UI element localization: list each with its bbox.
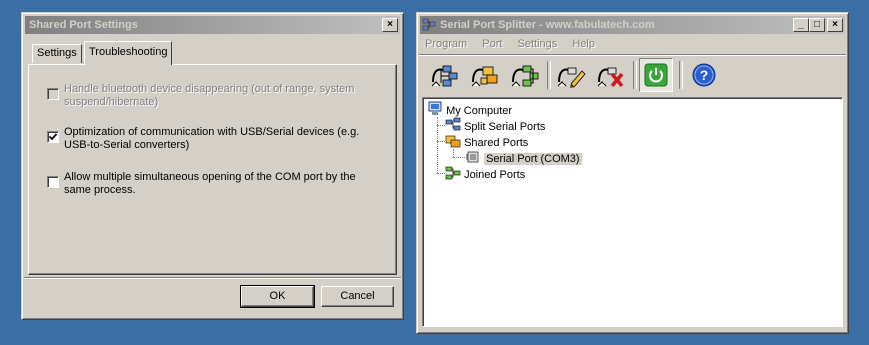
edit-port-icon	[557, 67, 586, 88]
tree-joined-ports[interactable]: Joined Ports	[445, 165, 525, 182]
help-button[interactable]: ?	[689, 60, 719, 90]
multiple-open-checkbox[interactable]	[47, 176, 59, 188]
menu-settings[interactable]: Settings	[518, 38, 558, 50]
ok-button[interactable]: OK	[240, 285, 315, 308]
tab-settings[interactable]: Settings	[32, 44, 82, 63]
tree-shared-ports[interactable]: Shared Ports	[445, 133, 528, 150]
tab-troubleshooting-label: Troubleshooting	[89, 46, 168, 58]
power-button[interactable]	[639, 58, 673, 92]
svg-text:?: ?	[700, 67, 709, 83]
split-folder-icon	[445, 117, 461, 131]
menu-program[interactable]: Program	[425, 38, 467, 50]
toolbar: ?	[421, 57, 844, 93]
dialog-divider	[24, 277, 401, 279]
tab-settings-label: Settings	[37, 47, 77, 59]
tree-lines-h2	[437, 141, 445, 142]
cancel-button[interactable]: Cancel	[321, 286, 394, 307]
tab-troubleshooting[interactable]: Troubleshooting	[84, 41, 173, 65]
edit-port-button[interactable]	[555, 60, 587, 90]
ok-button-label: OK	[269, 290, 286, 302]
join-port-button[interactable]	[509, 60, 541, 90]
delete-port-button[interactable]	[595, 60, 627, 90]
split-port-button[interactable]	[429, 60, 461, 90]
tree-lines-h	[437, 125, 445, 126]
menu-help[interactable]: Help	[572, 38, 595, 50]
tree-serial-port-com3[interactable]: Serial Port (COM3)	[465, 149, 582, 166]
app-titlebar[interactable]: Serial Port Splitter - www.fabulatech.co…	[420, 16, 845, 34]
computer-icon	[428, 101, 442, 115]
port-tree-view[interactable]: My Computer Split Serial Ports Shared Po…	[422, 97, 843, 327]
maximize-button[interactable]: □	[809, 18, 825, 32]
tree-split-label: Split Serial Ports	[464, 121, 546, 133]
usb-optimization-checkbox[interactable]	[47, 131, 59, 143]
bluetooth-option-label: Handle bluetooth device disappearing (ou…	[64, 83, 355, 108]
minimize-button[interactable]: _	[793, 18, 809, 32]
checkmark-icon	[48, 133, 58, 141]
serial-port-splitter-window: Serial Port Splitter - www.fabulatech.co…	[416, 12, 849, 334]
tree-joined-label: Joined Ports	[464, 169, 526, 181]
tree-my-computer-label: My Computer	[446, 105, 513, 117]
menu-divider	[419, 54, 846, 56]
cancel-button-label: Cancel	[340, 290, 375, 302]
serial-port-icon	[466, 151, 479, 163]
tree-my-computer[interactable]: My Computer	[427, 101, 512, 118]
dialog-titlebar[interactable]: Shared Port Settings ×	[25, 16, 400, 34]
usb-optimization-label: Optimization of communication with USB/S…	[64, 126, 360, 151]
shared-folder-icon	[445, 135, 461, 148]
tree-lines-h3	[437, 173, 445, 174]
joined-folder-icon	[445, 166, 461, 180]
menu-port[interactable]: Port	[482, 38, 502, 50]
split-port-icon	[431, 65, 458, 87]
toolbar-separator-3	[679, 61, 683, 89]
tree-lines-sub-h	[453, 157, 465, 158]
tree-lines-sub	[453, 149, 454, 157]
app-icon	[422, 18, 436, 31]
help-icon: ?	[692, 63, 716, 87]
delete-port-icon	[597, 67, 624, 88]
shared-port-settings-dialog: Shared Port Settings × Settings Troubles…	[21, 12, 404, 320]
menu-bar: Program Port Settings Help	[425, 38, 607, 50]
share-port-button[interactable]	[469, 60, 501, 90]
join-port-icon	[511, 65, 539, 87]
bluetooth-checkbox[interactable]	[47, 88, 59, 100]
close-button[interactable]: ×	[827, 18, 843, 32]
toolbar-separator-2	[633, 61, 637, 89]
tree-shared-label: Shared Ports	[464, 137, 529, 149]
app-title: Serial Port Splitter - www.fabulatech.co…	[440, 19, 655, 31]
tree-com3-label: Serial Port (COM3)	[484, 153, 582, 165]
toolbar-separator	[547, 61, 551, 89]
dialog-title: Shared Port Settings	[29, 19, 138, 31]
multiple-open-label: Allow multiple simultaneous opening of t…	[64, 171, 356, 196]
dialog-close-button[interactable]: ×	[382, 18, 398, 32]
share-port-icon	[471, 66, 498, 87]
tree-split-serial-ports[interactable]: Split Serial Ports	[445, 117, 545, 134]
power-icon	[644, 63, 668, 87]
